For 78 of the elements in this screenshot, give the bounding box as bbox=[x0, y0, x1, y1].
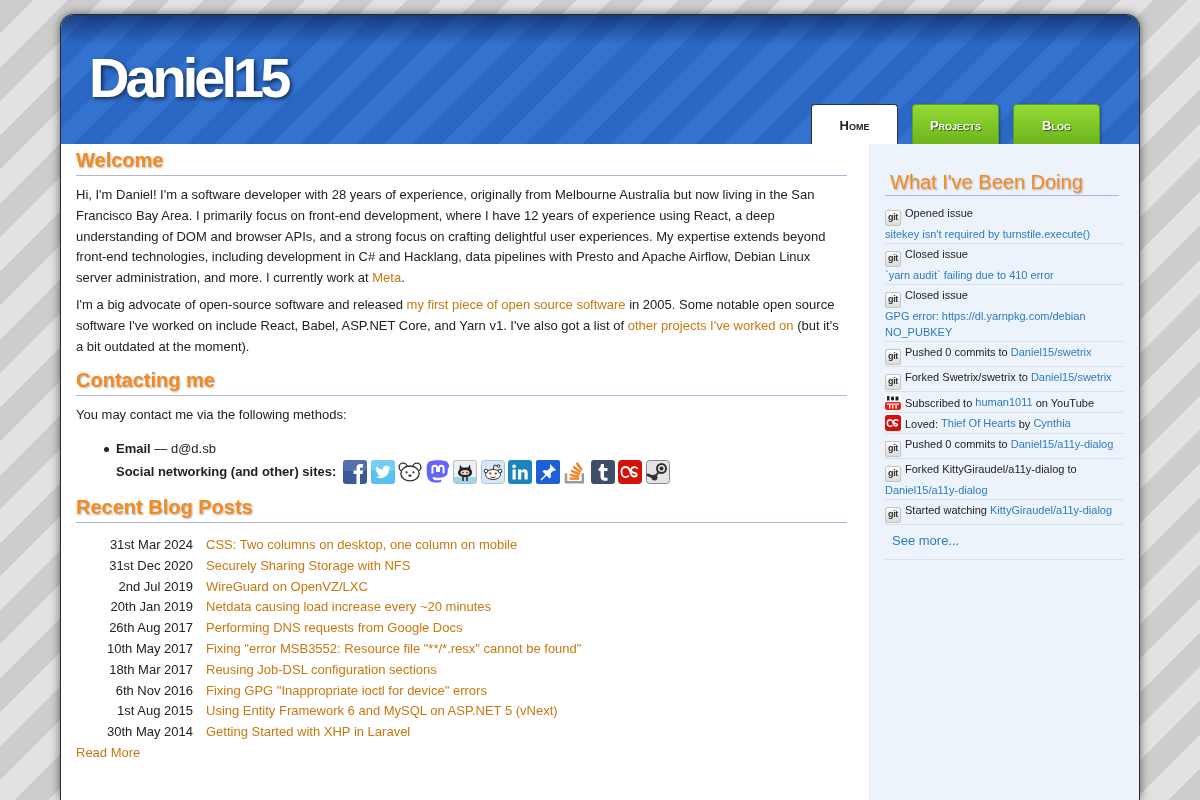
post-date: 20th Jan 2019 bbox=[110, 598, 193, 617]
post-date: 30th May 2014 bbox=[107, 723, 193, 742]
activity-link[interactable]: KittyGiraudel/a11y-dialog bbox=[990, 502, 1113, 518]
post-date: 26th Aug 2017 bbox=[109, 619, 193, 638]
activity-item: git Forked Swetrix/swetrix to Daniel15/swetrix bbox=[885, 367, 1124, 392]
as-logo-icon[interactable] bbox=[618, 459, 643, 484]
contact-intro: You may contact me via the following methods: bbox=[76, 406, 348, 425]
source-tag: git bbox=[885, 507, 901, 523]
bullet-icon bbox=[104, 447, 109, 453]
activity-link[interactable]: Daniel15/a11y-dialog bbox=[885, 482, 988, 498]
activity-item: git Pushed 0 commits to Daniel15/a11y-dialog bbox=[885, 434, 1124, 459]
source-tag: git bbox=[885, 374, 901, 390]
source-tag: git bbox=[885, 292, 901, 308]
section-heading: Recent Blog Posts bbox=[76, 494, 847, 523]
activity-link[interactable]: sitekey isn't required by turnstile.execute() bbox=[885, 226, 1091, 242]
post-date: 31st Dec 2020 bbox=[109, 556, 193, 575]
mastodon-icon[interactable] bbox=[425, 459, 450, 484]
activity-link[interactable]: Cynthia bbox=[1033, 415, 1071, 431]
activity-link[interactable]: GPG error: https://dl.yarnpkg.com/debian NO_PUBKEY bbox=[885, 308, 1124, 340]
activity-link[interactable]: Daniel15/swetrix bbox=[1030, 369, 1112, 385]
in-logo-icon[interactable] bbox=[508, 459, 533, 484]
post-link[interactable]: Securely Sharing Storage with NFS bbox=[206, 555, 411, 577]
text-link[interactable]: my first piece of open source software bbox=[406, 297, 626, 312]
source-tag: git bbox=[885, 349, 901, 365]
activity-item: git Started watching KittyGiraudel/a11y-dialog bbox=[885, 500, 1124, 525]
activity-item: git Closed issue `yarn audit` failing due to 410 error bbox=[885, 244, 1124, 285]
post-date: 10th May 2017 bbox=[107, 639, 193, 658]
lastfm-icon bbox=[885, 415, 901, 431]
post-link[interactable]: Performing DNS requests from Google Docs bbox=[206, 618, 463, 639]
section-heading: Contacting me bbox=[76, 368, 847, 397]
post-link[interactable]: Netdata causing load increase every ~20 minutes bbox=[206, 597, 492, 619]
activity-link[interactable]: Daniel15/a11y-dialog bbox=[1010, 436, 1114, 452]
see-more-link[interactable]: See more... bbox=[892, 533, 960, 549]
post-date: 1st Aug 2015 bbox=[117, 702, 193, 721]
post-date: 18th Mar 2017 bbox=[109, 660, 193, 679]
activity-link[interactable]: `yarn audit` failing due to 410 error bbox=[885, 267, 1054, 283]
source-tag: git bbox=[885, 251, 901, 267]
post-link[interactable]: CSS: Two columns on desktop, one column on mobile bbox=[206, 534, 518, 556]
post-link[interactable]: Reusing Job-DSL configuration sections bbox=[206, 659, 437, 681]
post-link[interactable]: Using Entity Framework 6 and MySQL on ASP.NET 5 (vNext) bbox=[206, 701, 558, 723]
activity-item: git Pushed 0 commits to Daniel15/swetrix bbox=[885, 342, 1124, 367]
nav-tab[interactable]: Blog bbox=[1013, 104, 1100, 144]
activity-item: git Opened issue sitekey isn't required by turnstile.execute() bbox=[885, 203, 1124, 244]
activity-link[interactable]: Thief Of Hearts bbox=[941, 415, 1016, 431]
post-link[interactable]: Getting Started with XHP in Laravel bbox=[206, 722, 411, 743]
intro-paragraph: Hi, I'm Daniel! I'm a software developer with 28 years of experience, originally from Melbourne Australia but now living in the San Francisco Bay Area. I primarily focus on front-end development, where I have 12 years of experience using React, a deep understanding of DOM and browser APIs, and a strong focus on crafting delightful user experiences. My expertise extends beyond front-end technologies, including development in C# and Hacklang, data pipelines with Presto and Apache Airflow, Debian Linux server administration, and more. I currently work at Meta. bbox=[76, 186, 827, 288]
nav-tab[interactable]: Home bbox=[811, 104, 898, 144]
post-link[interactable]: Fixing GPG "Inappropriate ioctl for device" errors bbox=[206, 680, 487, 702]
t-logo-icon[interactable] bbox=[590, 459, 615, 484]
cat-icon[interactable] bbox=[453, 459, 478, 484]
alien-icon[interactable] bbox=[480, 459, 505, 484]
source-tag: git bbox=[885, 210, 901, 226]
section-heading: Welcome bbox=[76, 148, 847, 176]
text-link[interactable]: other projects I've worked on bbox=[627, 317, 794, 333]
post-link[interactable]: WireGuard on OpenVZ/LXC bbox=[206, 576, 368, 598]
post-link[interactable]: Fixing "error MSB3552: Resource file "**/*.resx" cannot be found" bbox=[206, 638, 582, 660]
nav-tab[interactable]: Projects bbox=[912, 104, 999, 144]
steam-icon[interactable] bbox=[645, 459, 670, 484]
activity-item: git Forked KittyGiraudel/a11y-dialog to Daniel15/a11y-dialog bbox=[885, 459, 1124, 500]
activity-item: Subscribed to human1011 on YouTube bbox=[885, 392, 1124, 413]
pin-icon[interactable] bbox=[535, 459, 560, 484]
read-more-link[interactable]: Read More bbox=[76, 742, 141, 764]
post-date: 31st Mar 2024 bbox=[109, 535, 193, 554]
email-line: Email — d@d.sb bbox=[116, 440, 216, 459]
post-date: 2nd Jul 2019 bbox=[118, 577, 193, 596]
post-date: 6th Nov 2016 bbox=[115, 681, 193, 700]
activity-link[interactable]: human1011 bbox=[975, 394, 1033, 410]
source-tag: git bbox=[885, 441, 901, 457]
youtube-icon bbox=[885, 394, 901, 410]
sidebar-heading: What I've Been Doing bbox=[885, 171, 1119, 196]
f-logo-icon[interactable] bbox=[343, 459, 368, 484]
social-label: Social networking (and other) sites: bbox=[116, 462, 337, 481]
activity-link[interactable]: Daniel15/swetrix bbox=[1010, 344, 1092, 360]
intro-paragraph: I'm a big advocate of open-source software and released my first piece of open source software in 2005. Some notable open source software I've worked on include React, Babel, ASP.NET Core, and Yarn v1. I've also got a list of other projects I've worked on (but it's a bit outdated at the moment). bbox=[76, 296, 840, 356]
source-tag: git bbox=[885, 466, 901, 482]
activity-item: git Closed issue GPG error: https://dl.yarnpkg.com/debian NO_PUBKEY bbox=[885, 285, 1124, 342]
activity-item: Loved: Thief Of Hearts by Cynthia bbox=[885, 413, 1124, 434]
site-title: Daniel15 bbox=[89, 46, 288, 110]
